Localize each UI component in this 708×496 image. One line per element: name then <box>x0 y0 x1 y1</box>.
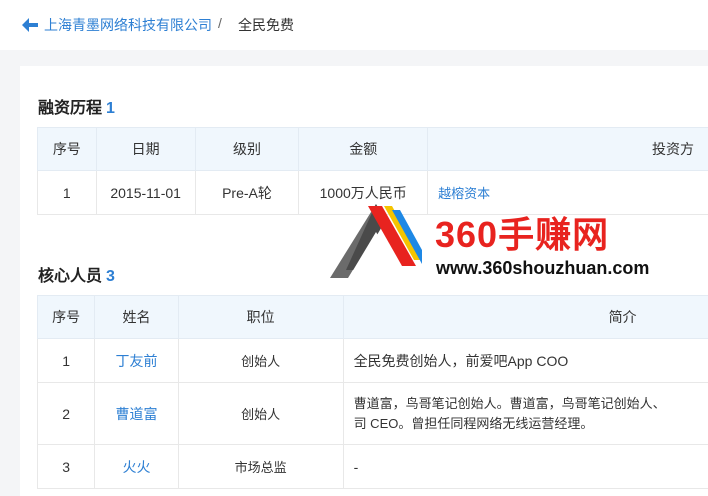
person-name-link[interactable]: 丁友前 <box>95 339 178 383</box>
col-header-no: 序号 <box>38 128 97 171</box>
col-header-amount: 金额 <box>299 128 428 171</box>
top-bar: 上海青墨网络科技有限公司 / 全民免费 <box>0 0 708 50</box>
table-row: 3 火火 市场总监 - <box>38 445 708 489</box>
cell-no: 1 <box>38 339 95 383</box>
col-header-round: 级别 <box>195 128 299 171</box>
team-count: 3 <box>106 268 115 285</box>
team-section-title: 核心人员3 <box>38 262 115 286</box>
cell-intro: 全民免费创始人，前爱吧App COO <box>343 339 708 383</box>
watermark-title: 360手赚网 <box>435 206 609 258</box>
table-row: 1 丁友前 创始人 全民免费创始人，前爱吧App COO <box>38 339 708 383</box>
team-title: 核心人员 <box>38 268 102 285</box>
team-table-header: 序号 姓名 职位 简介 <box>38 296 708 339</box>
cell-round: Pre-A轮 <box>195 171 299 215</box>
intro-line: 司 CEO。曾担任同程网络无线运营经理。 <box>354 414 708 434</box>
cell-intro: 曹道富，鸟哥笔记创始人。曹道富，鸟哥笔记创始人、 司 CEO。曾担任同程网络无线… <box>343 383 708 445</box>
table-row: 2 曹道富 创始人 曹道富，鸟哥笔记创始人。曹道富，鸟哥笔记创始人、 司 CEO… <box>38 383 708 445</box>
cell-date: 2015-11-01 <box>96 171 195 215</box>
person-name-link[interactable]: 火火 <box>95 445 178 489</box>
financing-count: 1 <box>106 100 115 117</box>
col-header-no: 序号 <box>38 296 95 339</box>
intro-line: 曹道富，鸟哥笔记创始人。曹道富，鸟哥笔记创始人、 <box>354 394 708 414</box>
watermark: 360手赚网 www.360shouzhuan.com <box>330 200 708 290</box>
col-header-date: 日期 <box>96 128 195 171</box>
financing-section-title: 融资历程1 <box>38 94 115 118</box>
team-table: 序号 姓名 职位 简介 1 丁友前 创始人 全民免费创始人，前爱吧App COO… <box>37 295 708 489</box>
financing-table-header: 序号 日期 级别 金额 投资方 <box>38 128 708 171</box>
cell-position: 创始人 <box>178 383 343 445</box>
cell-intro: - <box>343 445 708 489</box>
cell-position: 市场总监 <box>178 445 343 489</box>
financing-title: 融资历程 <box>38 100 102 117</box>
back-arrow-icon[interactable] <box>20 15 40 35</box>
person-name-link[interactable]: 曹道富 <box>95 383 178 445</box>
col-header-name: 姓名 <box>95 296 178 339</box>
cell-no: 2 <box>38 383 95 445</box>
breadcrumb-company-link[interactable]: 上海青墨网络科技有限公司 <box>44 15 212 35</box>
cell-no: 1 <box>38 171 97 215</box>
col-header-investor: 投资方 <box>428 128 708 171</box>
breadcrumb-current: 全民免费 <box>238 15 294 35</box>
watermark-url: www.360shouzhuan.com <box>436 258 649 279</box>
watermark-logo-icon <box>330 200 422 280</box>
cell-no: 3 <box>38 445 95 489</box>
col-header-intro: 简介 <box>343 296 708 339</box>
breadcrumb-separator: / <box>218 15 222 31</box>
col-header-position: 职位 <box>178 296 343 339</box>
cell-position: 创始人 <box>178 339 343 383</box>
